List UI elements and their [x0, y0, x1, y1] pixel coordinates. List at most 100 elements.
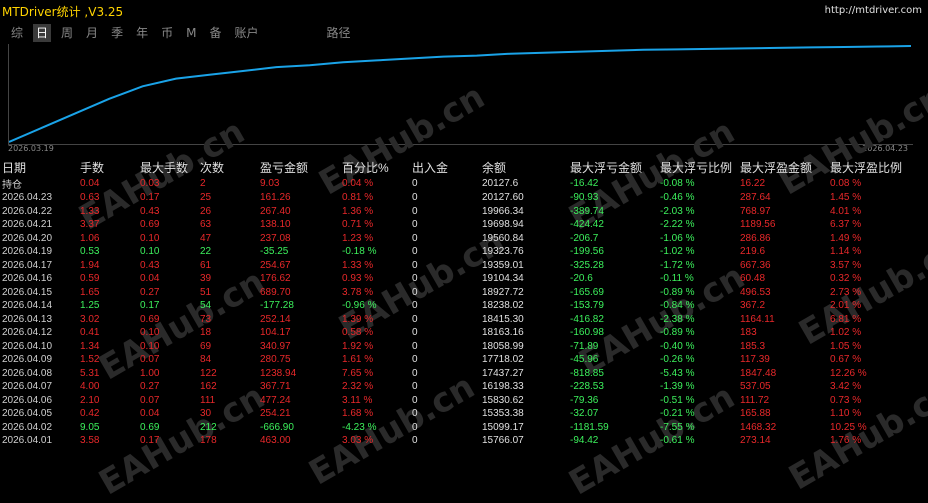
column-header-9[interactable]: 最大浮亏比例: [660, 159, 740, 176]
cell-balance: 17718.02: [482, 354, 524, 366]
cell-io: 0: [412, 313, 418, 325]
cell-max-lots: 0.03: [140, 178, 160, 189]
cell-pct: 3.03 %: [342, 435, 374, 447]
cell-count: 18: [200, 327, 212, 339]
column-header-5[interactable]: 百分比%: [342, 159, 412, 176]
cell-date: 2026.04.14: [2, 300, 53, 312]
equity-curve-svg: [9, 45, 912, 143]
table-row[interactable]: 2026.04.05 0.42 0.04 30 254.21 1.68 % 0 15353.3…: [2, 407, 920, 421]
tab-3[interactable]: 月: [83, 24, 101, 42]
cell-balance: 17437.27: [482, 367, 524, 379]
cell-balance: 18415.30: [482, 313, 524, 325]
cell-max-dd: -20.6: [570, 273, 593, 285]
cell-count: 54: [200, 300, 212, 312]
column-header-4[interactable]: 盈亏金额: [260, 159, 342, 176]
cell-max-fp-pct: 0.32 %: [830, 273, 862, 285]
table-row[interactable]: 2026.04.15 1.65 0.27 51 689.70 3.78 % 0 18927.7…: [2, 286, 920, 300]
table-row[interactable]: 2026.04.13 3.02 0.69 73 252.14 1.39 % 0 18415.3…: [2, 313, 920, 327]
column-header-8[interactable]: 最大浮亏金额: [570, 159, 660, 176]
tab-7[interactable]: M: [183, 24, 199, 42]
tab-4[interactable]: 季: [108, 24, 126, 42]
cell-pct: -0.18 %: [342, 246, 377, 258]
cell-io: 0: [412, 367, 418, 379]
cell-pct: 0.81 %: [342, 192, 374, 204]
chart-start-date: 2026.03.19: [8, 144, 54, 153]
table-row[interactable]: 2026.04.06 2.10 0.07 111 477.24 3.11 % 0 15830.…: [2, 394, 920, 408]
cell-balance: 19966.34: [482, 205, 524, 217]
tab-5[interactable]: 年: [133, 24, 151, 42]
table-row[interactable]: 2026.04.08 5.31 1.00 122 1238.94 7.65 % 0 17437…: [2, 367, 920, 381]
cell-lots: 5.31: [80, 367, 100, 379]
cell-pnl: -177.28: [260, 300, 294, 312]
cell-pnl: 477.24: [260, 394, 291, 406]
cell-max-fp: 185.3: [740, 340, 766, 352]
cell-max-dd: -389.74: [570, 205, 604, 217]
cell-count: 84: [200, 354, 212, 366]
table-row[interactable]: 2026.04.01 3.58 0.17 178 463.00 3.03 % 0 15766.…: [2, 434, 920, 448]
cell-pnl: 463.00: [260, 435, 291, 447]
tab-8[interactable]: 备: [206, 24, 224, 42]
table-row[interactable]: 2026.04.17 1.94 0.43 61 254.67 1.33 % 0 19359.0…: [2, 259, 920, 273]
cell-lots: 0.41: [80, 327, 100, 339]
cell-pct: 0.71 %: [342, 219, 374, 231]
table-row[interactable]: 2026.04.12 0.41 0.10 18 104.17 0.58 % 0 18163.1…: [2, 326, 920, 340]
cell-max-fp: 496.53: [740, 286, 771, 298]
table-row[interactable]: 持仓 0.04 0.03 2 9.03 0.04 % 0 20127.6 -16.42 -0.08…: [2, 176, 920, 191]
cell-max-lots: 0.10: [140, 340, 160, 352]
cell-date: 2026.04.12: [2, 327, 53, 339]
cell-max-lots: 0.10: [140, 327, 160, 339]
tab-10[interactable]: 路径: [324, 24, 354, 42]
tab-0[interactable]: 综: [8, 24, 26, 42]
cell-date: 2026.04.09: [2, 354, 53, 366]
cell-max-dd: -1181.59: [570, 421, 609, 433]
cell-count: 178: [200, 435, 217, 447]
cell-lots: 1.94: [80, 259, 100, 271]
column-header-3[interactable]: 次数: [200, 159, 260, 176]
cell-max-dd-pct: -0.61 %: [660, 435, 695, 447]
cell-max-lots: 0.69: [140, 313, 160, 325]
column-header-0[interactable]: 日期: [2, 159, 80, 176]
table-row[interactable]: 2026.04.20 1.06 0.10 47 237.08 1.23 % 0 19560.8…: [2, 232, 920, 246]
cell-pnl: 367.71: [260, 381, 291, 393]
cell-date: 持仓: [2, 180, 22, 191]
table-row[interactable]: 2026.04.22 1.33 0.43 26 267.40 1.36 % 0 19966.3…: [2, 205, 920, 219]
tab-6[interactable]: 币: [158, 24, 176, 42]
cell-max-fp-pct: 3.42 %: [830, 381, 862, 393]
column-header-1[interactable]: 手数: [80, 159, 140, 176]
table-row[interactable]: 2026.04.23 0.63 0.17 25 161.26 0.81 % 0 20127.6…: [2, 191, 920, 205]
table-row[interactable]: 2026.04.10 1.34 0.10 69 340.97 1.92 % 0 18058.9…: [2, 340, 920, 354]
cell-pct: 2.32 %: [342, 381, 374, 393]
cell-count: 73: [200, 313, 212, 325]
cell-pnl: 252.14: [260, 313, 291, 325]
table-row[interactable]: 2026.04.21 3.37 0.69 63 138.10 0.71 % 0 19698.9…: [2, 218, 920, 232]
column-header-11[interactable]: 最大浮盈比例: [830, 159, 920, 176]
cell-pnl: 1238.94: [260, 367, 297, 379]
cell-count: 47: [200, 232, 212, 244]
cell-balance: 15353.38: [482, 408, 524, 420]
cell-io: 0: [412, 178, 418, 189]
website-link[interactable]: http://mtdriver.com: [825, 5, 922, 16]
cell-count: 39: [200, 273, 212, 285]
cell-lots: 1.33: [80, 205, 100, 217]
cell-date: 2026.04.05: [2, 408, 53, 420]
column-header-7[interactable]: 余额: [482, 159, 570, 176]
column-header-6[interactable]: 出入金: [412, 159, 482, 176]
tab-1[interactable]: 日: [33, 24, 52, 42]
table-row[interactable]: 2026.04.14 1.25 0.17 54 -177.28 -0.96 % 0 18238…: [2, 299, 920, 313]
cell-max-dd-pct: -0.46 %: [660, 192, 695, 204]
column-header-10[interactable]: 最大浮盈金额: [740, 159, 830, 176]
cell-max-lots: 0.27: [140, 381, 160, 393]
cell-max-dd: -165.69: [570, 286, 604, 298]
table-row[interactable]: 2026.04.02 9.05 0.69 212 -666.90 -4.23 % 0 1509…: [2, 421, 920, 435]
tab-2[interactable]: 周: [58, 24, 76, 42]
cell-max-lots: 0.43: [140, 259, 160, 271]
table-row[interactable]: 2026.04.07 4.00 0.27 162 367.71 2.32 % 0 16198.…: [2, 380, 920, 394]
tab-9[interactable]: 账户: [231, 24, 261, 42]
cell-pct: -0.96 %: [342, 300, 377, 312]
daily-stats-table: 日期 手数 最大手数 次数 盈亏金额 百分比% 出入金 余额 最大浮亏金额 最大浮亏比例 最大浮盈金…: [2, 159, 920, 448]
table-row[interactable]: 2026.04.16 0.59 0.04 39 176.62 0.93 % 0 19104.3…: [2, 272, 920, 286]
table-row[interactable]: 2026.04.09 1.52 0.07 84 280.75 1.61 % 0 17718.0…: [2, 353, 920, 367]
column-header-2[interactable]: 最大手数: [140, 159, 200, 176]
table-row[interactable]: 2026.04.19 0.53 0.10 22 -35.25 -0.18 % 0 19323.…: [2, 245, 920, 259]
cell-max-dd: -818.85: [570, 367, 604, 379]
